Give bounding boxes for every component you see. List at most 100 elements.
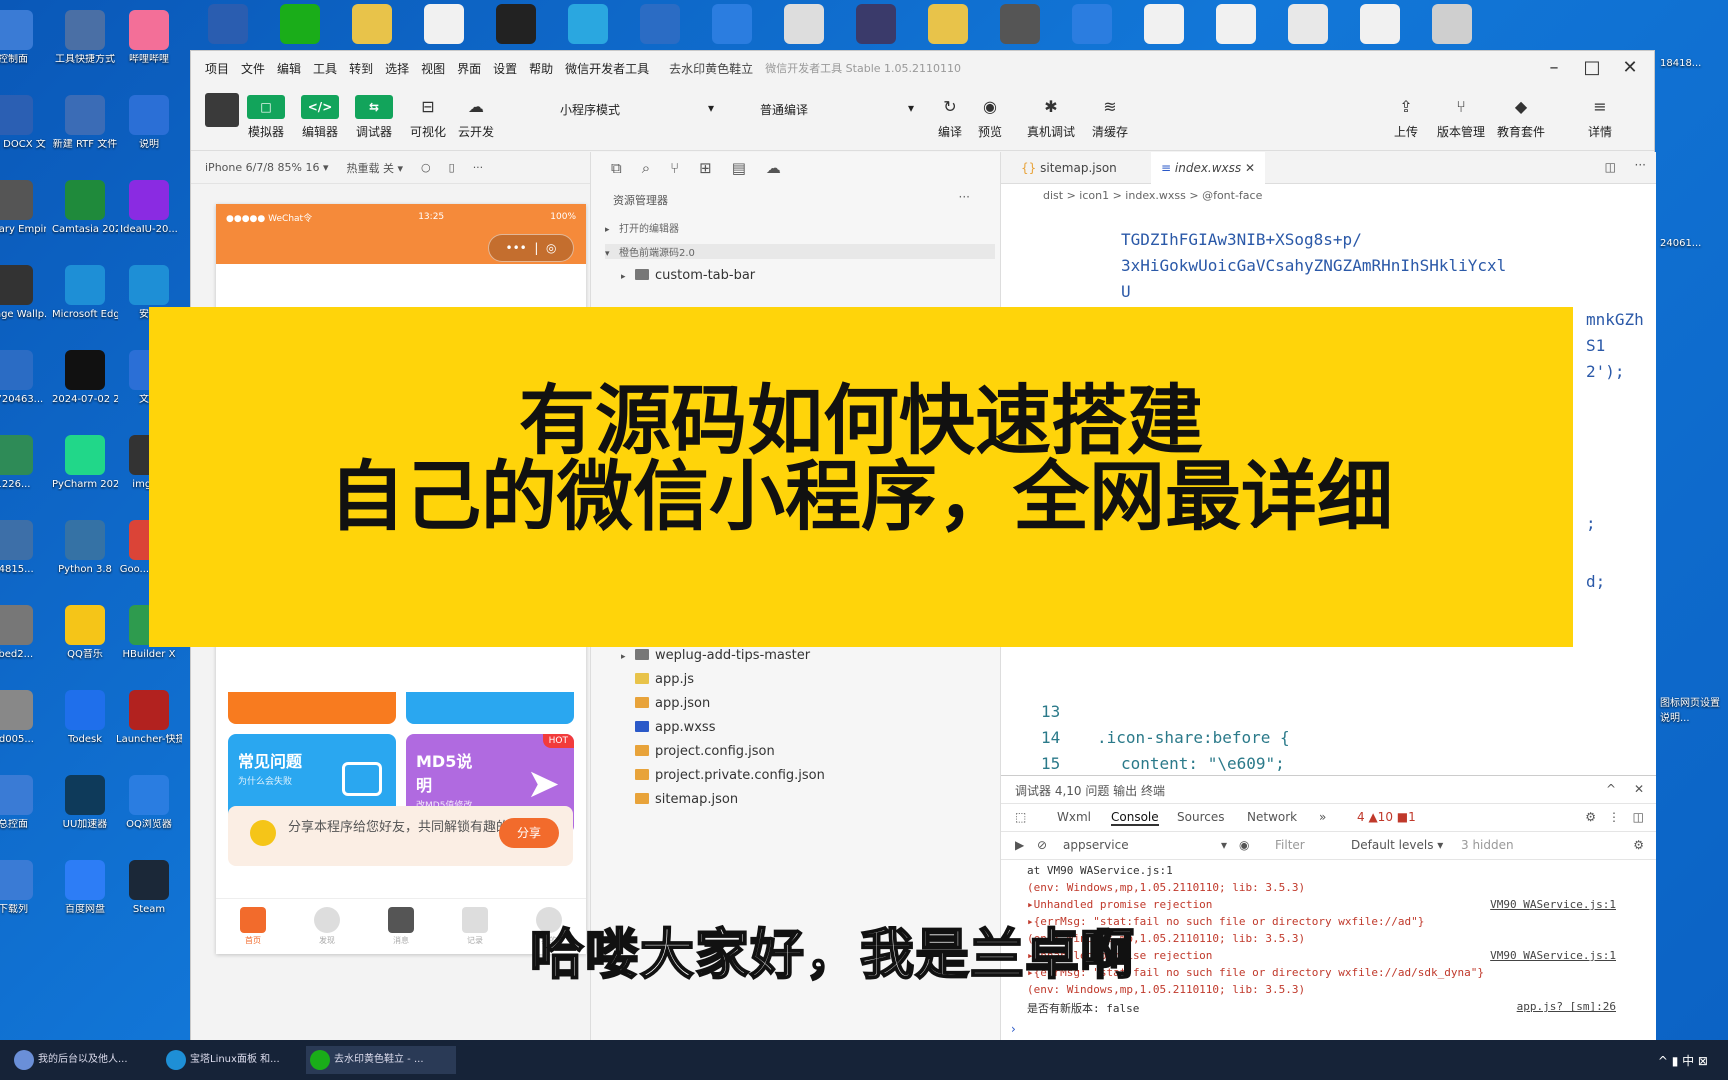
desktop-right-label-3[interactable]: 图标网页设置说明... <box>1660 694 1720 724</box>
desktop-icon[interactable]: 14815... <box>0 520 46 576</box>
desktop-top-icon[interactable] <box>352 4 392 44</box>
menu-item[interactable]: 视图 <box>421 60 445 77</box>
project-section[interactable]: ▾ 橙色前端源码2.0 <box>605 244 995 259</box>
simulator-button[interactable]: □ 模拟器 <box>247 95 285 140</box>
desktop-top-icon[interactable] <box>1144 4 1184 44</box>
desktop-icon[interactable]: 1226... <box>0 435 46 491</box>
taskbar-item-3[interactable]: 去水印黄色鞋立 - ... <box>306 1046 456 1074</box>
more-icon[interactable]: ··· <box>473 161 484 174</box>
desktop-top-icon[interactable] <box>568 4 608 44</box>
preview-button[interactable]: ◉ 预览 <box>971 95 1009 140</box>
card-top-left[interactable] <box>228 692 396 724</box>
context-select[interactable]: appservice <box>1063 838 1129 852</box>
more-vert-icon[interactable]: ⋮ <box>1608 810 1620 824</box>
menu-item[interactable]: 设置 <box>493 60 517 77</box>
file-tree-item[interactable]: ▸ custom-tab-bar <box>621 268 755 283</box>
file-tree-item[interactable]: sitemap.json <box>635 792 738 807</box>
split-icon[interactable]: ◫ <box>1605 160 1616 174</box>
desktop-top-icon[interactable] <box>1072 4 1112 44</box>
tab-sources[interactable]: Sources <box>1177 810 1224 824</box>
file-tree-item[interactable]: app.wxss <box>635 720 715 735</box>
desktop-icon[interactable]: PyCharm 2020.1 x64 <box>52 435 118 491</box>
taskbar-item-1[interactable]: 我的后台以及他人... <box>10 1046 160 1074</box>
visual-button[interactable]: ⊟ 可视化 <box>409 95 447 140</box>
desktop-right-label-1[interactable]: 18418... <box>1660 58 1701 69</box>
real-debug-button[interactable]: ✱ 真机调试 <box>1027 95 1075 140</box>
desktop-icon[interactable]: Village Wallp... <box>0 265 46 321</box>
editor-button[interactable]: </> 编辑器 <box>301 95 339 140</box>
desktop-icon[interactable]: Camtasia 2023 <box>52 180 118 236</box>
tab-more[interactable]: » <box>1319 810 1326 824</box>
tab-wxml[interactable]: Wxml <box>1057 810 1091 824</box>
desktop-top-icon[interactable] <box>208 4 248 44</box>
desktop-top-icon[interactable] <box>280 4 320 44</box>
search-icon[interactable]: ⌕ <box>642 159 650 177</box>
chevron-down-icon[interactable]: ▾ <box>1221 838 1227 852</box>
tab-index-wxss[interactable]: ≡ index.wxss ✕ <box>1151 152 1266 184</box>
tab-discover[interactable]: 发现 <box>307 907 347 946</box>
eye-icon[interactable]: ◉ <box>1239 838 1249 852</box>
menu-item[interactable]: 文件 <box>241 60 265 77</box>
file-tree-item[interactable]: app.json <box>635 696 710 711</box>
desktop-icon[interactable]: IdeaIU-20... <box>116 180 182 236</box>
close-button[interactable]: ✕ <box>1612 53 1648 83</box>
close-icon[interactable]: ✕ <box>1634 782 1644 796</box>
menu-item[interactable]: 选择 <box>385 60 409 77</box>
phone-icon[interactable]: ▯ <box>449 161 455 174</box>
desktop-icon[interactable]: Vd005... <box>0 690 46 746</box>
window-icon[interactable]: ▤ <box>732 159 746 177</box>
file-tree-item[interactable]: project.config.json <box>635 744 775 759</box>
desktop-icon[interactable]: Lbed2... <box>0 605 46 661</box>
menu-item[interactable]: 项目 <box>205 60 229 77</box>
desktop-icon[interactable]: 哔哩哔哩 <box>116 10 182 66</box>
devtools-tab-row[interactable]: 调试器 4,10 问题 输出 终端 <box>1015 782 1165 799</box>
tab-network[interactable]: Network <box>1247 810 1297 824</box>
filter-input[interactable]: Filter <box>1275 838 1305 852</box>
desktop-icon[interactable]: 16720463... <box>0 350 46 406</box>
clear-icon[interactable]: ⊘ <box>1037 838 1047 852</box>
console-source-link[interactable]: app.js? [sm]:26 <box>1517 1000 1616 1013</box>
desktop-top-icon[interactable] <box>784 4 824 44</box>
more-icon[interactable]: ··· <box>959 190 970 204</box>
taskbar-item-2[interactable]: 宝塔Linux面板 和... <box>162 1046 312 1074</box>
system-tray[interactable]: ^ ▮ 中 ⊠ <box>1658 1052 1708 1069</box>
menu-item[interactable]: 工具 <box>313 60 337 77</box>
desktop-icon[interactable]: Library Empire <box>0 180 46 236</box>
dock-icon[interactable]: ◫ <box>1633 810 1644 824</box>
console-source-link[interactable]: VM90 WAService.js:1 <box>1490 949 1616 962</box>
desktop-icon[interactable]: Microsoft Edge <box>52 265 118 321</box>
inspect-icon[interactable]: ⬚ <box>1015 810 1026 824</box>
gear-icon[interactable]: ⚙ <box>1585 810 1596 824</box>
minimize-button[interactable]: – <box>1536 53 1572 83</box>
breadcrumb[interactable]: dist > icon1 > index.wxss > @font-face <box>1001 184 1656 208</box>
file-tree-item[interactable]: app.js <box>635 672 694 687</box>
more-icon[interactable]: ··· <box>1635 158 1646 172</box>
device-select[interactable]: iPhone 6/7/8 85% 16 ▾ <box>205 161 329 174</box>
upload-button[interactable]: ⇪ 上传 <box>1387 95 1425 140</box>
desktop-icon[interactable]: Launcher-快捷方式 <box>116 690 182 746</box>
compile-button[interactable]: ↻ 编译 <box>931 95 969 140</box>
menu-item[interactable]: 帮助 <box>529 60 553 77</box>
desktop-right-label-2[interactable]: 24061... <box>1660 238 1701 249</box>
desktop-icon[interactable]: UU加速器 <box>52 775 118 831</box>
desktop-top-icon[interactable] <box>1432 4 1472 44</box>
error-counts[interactable]: 4 ▲10 ■1 <box>1357 810 1416 824</box>
desktop-icon[interactable]: 百度网盘 <box>52 860 118 916</box>
desktop-icon[interactable]: 控制面 <box>0 10 46 66</box>
desktop-icon[interactable]: 总控面 <box>0 775 46 831</box>
desktop-icon[interactable]: Todesk <box>52 690 118 746</box>
rotate-icon[interactable]: ○ <box>421 161 431 174</box>
desktop-icon[interactable]: OQ浏览器 <box>116 775 182 831</box>
desktop-icon[interactable]: 工具快捷方式 <box>52 10 118 66</box>
desktop-top-icon[interactable] <box>640 4 680 44</box>
desktop-top-icon[interactable] <box>496 4 536 44</box>
desktop-top-icon[interactable] <box>1000 4 1040 44</box>
desktop-top-icon[interactable] <box>1360 4 1400 44</box>
desktop-top-icon[interactable] <box>1216 4 1256 44</box>
desktop-top-icon[interactable] <box>928 4 968 44</box>
close-icon[interactable]: ✕ <box>1245 161 1255 175</box>
sidebar-toggle-icon[interactable]: ▶ <box>1015 838 1024 852</box>
clear-cache-button[interactable]: ≋ 清缓存 <box>1091 95 1129 140</box>
compile-select[interactable]: 普通编译 ▾ <box>751 95 921 121</box>
desktop-icon[interactable]: 新建 DOCX 文档 <box>0 95 46 151</box>
